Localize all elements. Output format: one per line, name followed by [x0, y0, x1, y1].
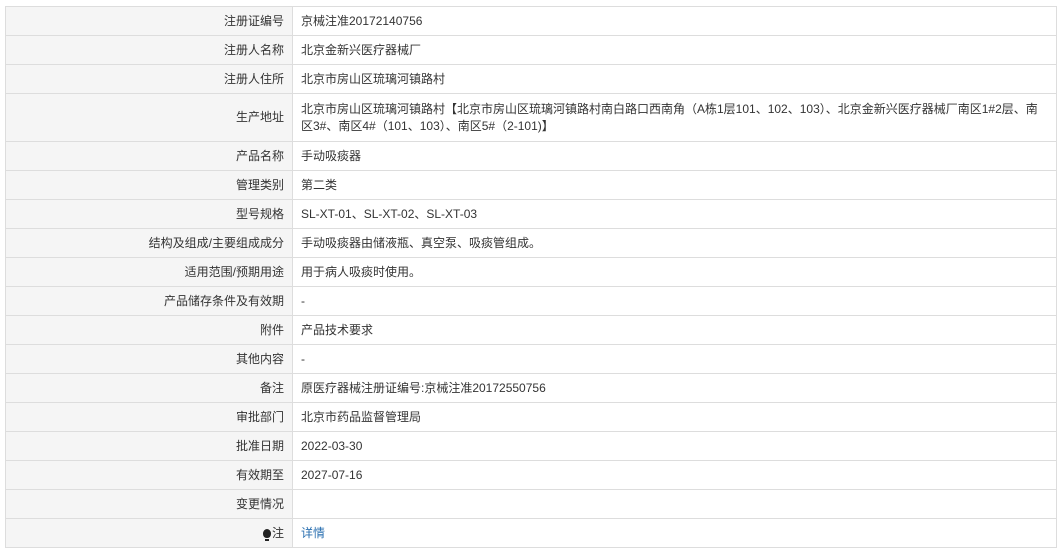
field-value: 2022-03-30 [292, 431, 1057, 461]
field-label: 其他内容 [5, 344, 293, 374]
registration-details: 注册证编号 京械注准20172140756 注册人名称 北京金新兴医疗器械厂 注… [0, 0, 1062, 548]
field-label: 变更情况 [5, 489, 293, 519]
field-label: 结构及组成/主要组成成分 [5, 228, 293, 258]
note-label-cell: 注 [5, 518, 293, 548]
field-value: - [292, 286, 1057, 316]
field-label: 管理类别 [5, 170, 293, 200]
field-value: 北京市房山区琉璃河镇路村【北京市房山区琉璃河镇路村南白路口西南角（A栋1层101… [292, 93, 1057, 142]
field-label: 注册人住所 [5, 64, 293, 94]
field-label: 注册证编号 [5, 6, 293, 36]
field-value: 产品技术要求 [292, 315, 1057, 345]
table-row: 附件 产品技术要求 [5, 315, 1057, 345]
table-row: 注册人住所 北京市房山区琉璃河镇路村 [5, 64, 1057, 94]
field-value: 北京市房山区琉璃河镇路村 [292, 64, 1057, 94]
table-row: 生产地址 北京市房山区琉璃河镇路村【北京市房山区琉璃河镇路村南白路口西南角（A栋… [5, 93, 1057, 142]
field-value: 手动吸痰器 [292, 141, 1057, 171]
field-label: 审批部门 [5, 402, 293, 432]
details-link[interactable]: 详情 [301, 526, 325, 540]
field-value: 手动吸痰器由储液瓶、真空泵、吸痰管组成。 [292, 228, 1057, 258]
field-label: 备注 [5, 373, 293, 403]
field-value: SL-XT-01、SL-XT-02、SL-XT-03 [292, 199, 1057, 229]
field-value: 原医疗器械注册证编号:京械注准20172550756 [292, 373, 1057, 403]
table-row: 变更情况 [5, 489, 1057, 519]
table-row: 型号规格 SL-XT-01、SL-XT-02、SL-XT-03 [5, 199, 1057, 229]
field-value: 北京金新兴医疗器械厂 [292, 35, 1057, 65]
field-label: 生产地址 [5, 93, 293, 142]
field-label: 有效期至 [5, 460, 293, 490]
table-row: 适用范围/预期用途 用于病人吸痰时使用。 [5, 257, 1057, 287]
registration-table: 注册证编号 京械注准20172140756 注册人名称 北京金新兴医疗器械厂 注… [5, 6, 1057, 548]
field-value: 第二类 [292, 170, 1057, 200]
note-row: 注 详情 [5, 518, 1057, 548]
field-value [292, 489, 1057, 519]
table-row: 注册人名称 北京金新兴医疗器械厂 [5, 35, 1057, 65]
table-row: 批准日期 2022-03-30 [5, 431, 1057, 461]
table-row: 备注 原医疗器械注册证编号:京械注准20172550756 [5, 373, 1057, 403]
note-value-cell: 详情 [292, 518, 1057, 548]
table-row: 产品名称 手动吸痰器 [5, 141, 1057, 171]
field-value: 北京市药品监督管理局 [292, 402, 1057, 432]
lightbulb-icon [262, 528, 271, 541]
table-row: 有效期至 2027-07-16 [5, 460, 1057, 490]
field-label: 型号规格 [5, 199, 293, 229]
field-value: 京械注准20172140756 [292, 6, 1057, 36]
field-label: 附件 [5, 315, 293, 345]
field-value: 2027-07-16 [292, 460, 1057, 490]
field-label: 注册人名称 [5, 35, 293, 65]
field-value: 用于病人吸痰时使用。 [292, 257, 1057, 287]
table-row: 注册证编号 京械注准20172140756 [5, 6, 1057, 36]
table-row: 审批部门 北京市药品监督管理局 [5, 402, 1057, 432]
field-value: - [292, 344, 1057, 374]
table-row: 其他内容 - [5, 344, 1057, 374]
field-label: 产品储存条件及有效期 [5, 286, 293, 316]
note-label: 注 [271, 525, 284, 540]
field-label: 产品名称 [5, 141, 293, 171]
table-row: 结构及组成/主要组成成分 手动吸痰器由储液瓶、真空泵、吸痰管组成。 [5, 228, 1057, 258]
table-row: 管理类别 第二类 [5, 170, 1057, 200]
field-label: 适用范围/预期用途 [5, 257, 293, 287]
table-row: 产品储存条件及有效期 - [5, 286, 1057, 316]
field-label: 批准日期 [5, 431, 293, 461]
